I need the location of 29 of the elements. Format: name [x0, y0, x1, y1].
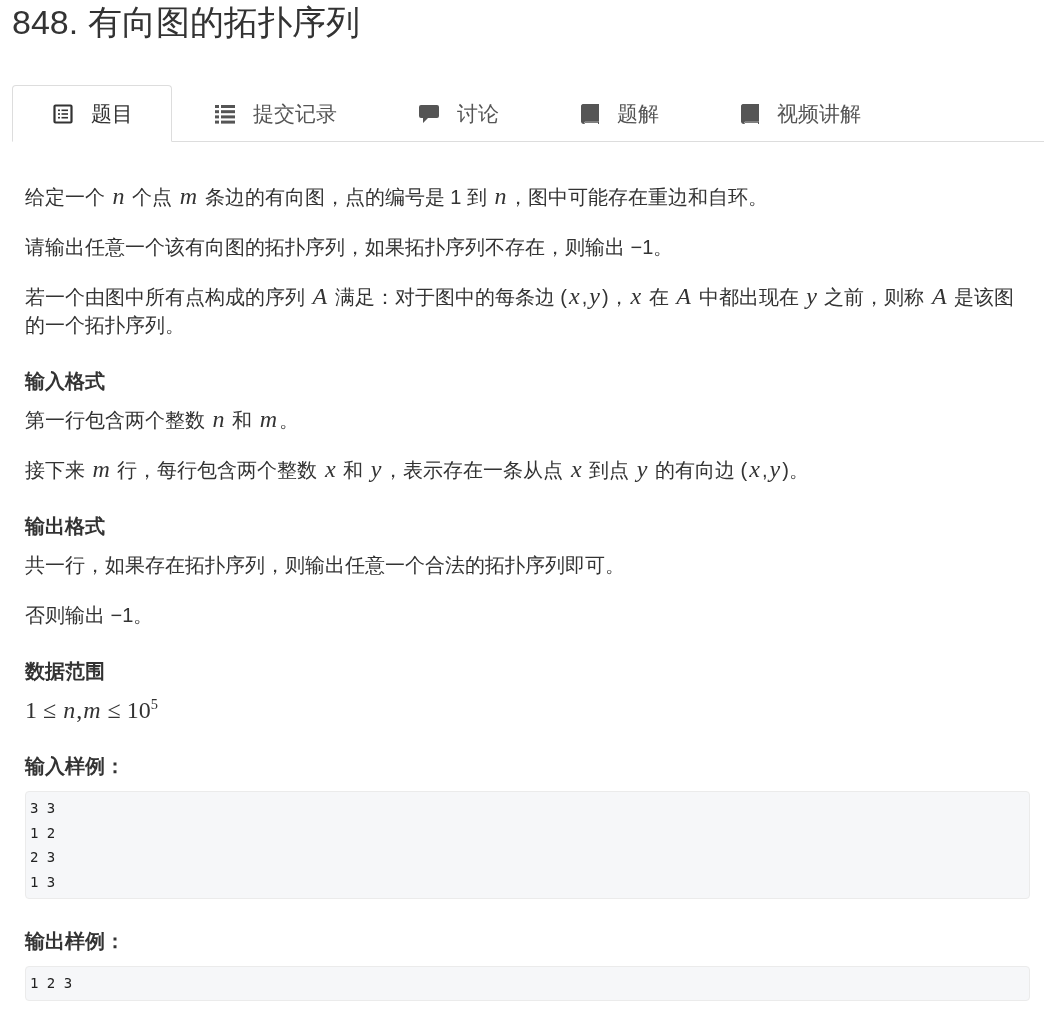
paragraph: 共一行，如果存在拓扑序列，则输出任意一个合法的拓扑序列即可。	[25, 553, 626, 578]
tab[interactable]: 视频讲解	[700, 85, 900, 142]
section-heading: 数据范围	[25, 659, 106, 684]
paragraph: 请输出任意一个该有向图的拓扑序列，如果拓扑序列不存在，则输出 −1。	[25, 235, 675, 260]
book-icon	[741, 103, 759, 124]
paragraph: 否则输出 −1。	[25, 603, 155, 628]
paragraph: 第一行包含两个整数 n 和 m。	[25, 406, 301, 434]
page-title: 848. 有向图的拓扑序列	[11, 2, 361, 43]
list-icon	[215, 103, 235, 124]
paragraph: 若一个由图中所有点构成的序列 A 满足：对于图中的每条边 (x,y)，x 在 A 中都出现在 y 之前，则称 A 是该图的一个拓扑序列。	[25, 283, 1016, 338]
book-icon	[581, 103, 599, 124]
code-line: 3 3	[30, 799, 57, 818]
section-heading: 输出格式	[25, 514, 106, 539]
code-line: 1 2 3	[30, 974, 74, 993]
document-list-icon	[53, 103, 73, 124]
section-heading: 输入样例：	[25, 754, 126, 779]
section-heading: 输出样例：	[25, 929, 126, 954]
tab[interactable]: 提交记录	[174, 85, 376, 142]
tab[interactable]: 讨论	[378, 85, 538, 142]
paragraph: 给定一个 n 个点 m 条边的有向图，点的编号是 1 到 n，图中可能存在重边和自环。	[25, 183, 770, 211]
tab[interactable]: 题解	[540, 85, 698, 142]
speech-bubble-icon	[419, 103, 439, 124]
code-line: 1 3	[30, 872, 57, 892]
section-heading: 输入格式	[25, 369, 106, 394]
tab[interactable]: 题目	[12, 85, 172, 142]
math-formula: 1 ≤ n,m ≤ 10$^{5}$	[25, 696, 159, 724]
paragraph: 接下来 m 行，每行包含两个整数 x 和 y，表示存在一条从点 x 到点 y 的有向边 (x,y)。	[25, 456, 810, 484]
code-line: 1 2	[30, 823, 57, 843]
code-line: 2 3	[30, 848, 57, 867]
